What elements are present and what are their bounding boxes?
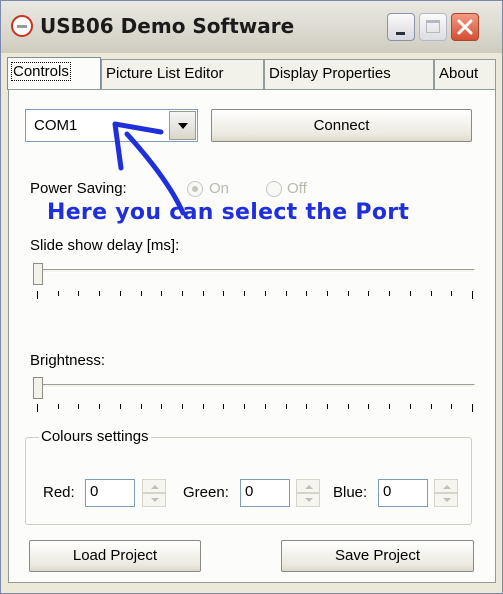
slider-tick bbox=[37, 291, 38, 299]
slider-tick bbox=[141, 291, 142, 296]
slider-tick bbox=[431, 291, 432, 296]
brightness-thumb[interactable] bbox=[33, 377, 43, 399]
slider-tick bbox=[58, 404, 59, 409]
close-icon[interactable] bbox=[451, 13, 479, 41]
connect-button[interactable]: Connect bbox=[211, 109, 472, 142]
slider-tick bbox=[286, 404, 287, 409]
slider-tick bbox=[410, 291, 411, 296]
tab-display-properties-label: Display Properties bbox=[269, 65, 391, 82]
slider-tick bbox=[451, 404, 452, 409]
slideshow-delay-thumb[interactable] bbox=[33, 263, 43, 285]
slider-tick bbox=[141, 404, 142, 409]
title-bar[interactable]: USB06 Demo Software bbox=[1, 1, 502, 53]
colours-settings-title: Colours settings bbox=[39, 428, 151, 445]
slideshow-delay-label: Slide show delay [ms]: bbox=[30, 237, 180, 254]
slider-tick bbox=[78, 404, 79, 409]
slider-tick bbox=[348, 404, 349, 409]
slider-tick bbox=[472, 291, 473, 299]
slider-tick bbox=[120, 404, 121, 409]
tab-controls[interactable]: Controls bbox=[7, 57, 101, 90]
red-input[interactable]: 0 bbox=[85, 479, 135, 507]
slider-tick bbox=[223, 291, 224, 296]
slider-tick bbox=[389, 291, 390, 296]
slider-tick bbox=[306, 404, 307, 409]
slider-tick bbox=[286, 291, 287, 296]
slider-tick bbox=[327, 291, 328, 296]
slider-tick bbox=[327, 404, 328, 409]
slider-tick bbox=[431, 404, 432, 409]
power-off-label: Off bbox=[287, 180, 307, 197]
slider-tick bbox=[389, 404, 390, 409]
blue-label: Blue: bbox=[333, 484, 368, 501]
brightness-track[interactable] bbox=[33, 384, 475, 388]
slider-tick bbox=[37, 404, 38, 412]
app-icon[interactable] bbox=[11, 15, 33, 37]
port-select-value: COM1 bbox=[34, 117, 78, 134]
slider-tick bbox=[265, 404, 266, 409]
minimize-icon[interactable] bbox=[387, 13, 415, 41]
close-glyph-icon bbox=[457, 19, 473, 35]
red-up-icon[interactable] bbox=[142, 479, 166, 493]
tab-picture-list-editor[interactable]: Picture List Editor bbox=[101, 59, 264, 89]
slider-tick bbox=[203, 291, 204, 296]
slider-tick bbox=[203, 404, 204, 409]
slider-tick bbox=[265, 291, 266, 296]
slider-tick bbox=[120, 291, 121, 296]
slideshow-delay-ticks bbox=[37, 291, 474, 299]
slideshow-delay-track[interactable] bbox=[33, 269, 475, 273]
tab-display-properties[interactable]: Display Properties bbox=[264, 59, 434, 89]
tab-picture-list-editor-label: Picture List Editor bbox=[106, 65, 224, 82]
green-stepper[interactable] bbox=[296, 479, 320, 507]
green-label: Green: bbox=[183, 484, 229, 501]
tab-controls-label: Controls bbox=[11, 62, 71, 81]
slider-tick bbox=[368, 404, 369, 409]
slider-tick bbox=[99, 404, 100, 409]
slider-tick bbox=[368, 291, 369, 296]
slider-tick bbox=[182, 404, 183, 409]
port-annotation: Here you can select the Port bbox=[47, 200, 410, 225]
red-label: Red: bbox=[43, 484, 75, 501]
slider-tick bbox=[306, 291, 307, 296]
slider-tick bbox=[244, 291, 245, 296]
slider-tick bbox=[78, 291, 79, 296]
slider-tick bbox=[161, 404, 162, 409]
slider-tick bbox=[472, 404, 473, 412]
slider-tick bbox=[99, 291, 100, 296]
slider-tick bbox=[161, 291, 162, 296]
maximize-icon[interactable] bbox=[419, 13, 447, 41]
slider-tick bbox=[182, 291, 183, 296]
brightness-ticks bbox=[37, 404, 474, 412]
window-title: USB06 Demo Software bbox=[40, 14, 295, 38]
power-on-label: On bbox=[209, 180, 230, 197]
blue-input[interactable]: 0 bbox=[378, 479, 428, 507]
slider-tick bbox=[244, 404, 245, 409]
blue-down-icon[interactable] bbox=[434, 493, 458, 507]
slider-tick bbox=[410, 404, 411, 409]
power-off-radio[interactable] bbox=[266, 181, 282, 197]
slider-tick bbox=[348, 291, 349, 296]
blue-up-icon[interactable] bbox=[434, 479, 458, 493]
slider-tick bbox=[451, 291, 452, 296]
save-project-button[interactable]: Save Project bbox=[281, 540, 474, 572]
green-up-icon[interactable] bbox=[296, 479, 320, 493]
tab-about[interactable]: About bbox=[434, 59, 496, 89]
green-input[interactable]: 0 bbox=[240, 479, 290, 507]
green-down-icon[interactable] bbox=[296, 493, 320, 507]
tab-about-label: About bbox=[439, 65, 479, 82]
brightness-label: Brightness: bbox=[30, 352, 106, 369]
red-down-icon[interactable] bbox=[142, 493, 166, 507]
slider-tick bbox=[223, 404, 224, 409]
red-stepper[interactable] bbox=[142, 479, 166, 507]
load-project-button[interactable]: Load Project bbox=[29, 540, 201, 572]
slider-tick bbox=[58, 291, 59, 296]
blue-stepper[interactable] bbox=[434, 479, 458, 507]
